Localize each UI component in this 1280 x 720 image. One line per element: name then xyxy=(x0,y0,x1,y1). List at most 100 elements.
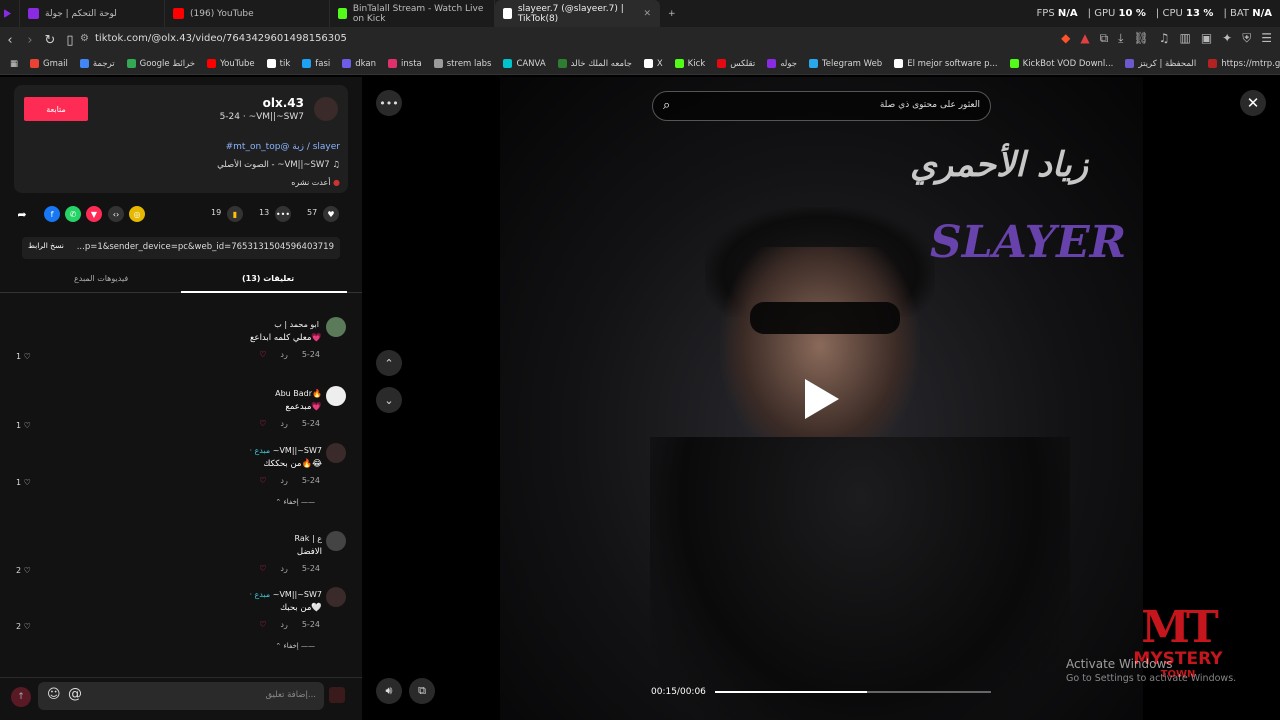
bookmark-item[interactable]: tik xyxy=(261,59,297,69)
play-icon[interactable] xyxy=(805,379,839,419)
brave-shield-icon[interactable]: ◆ xyxy=(1061,31,1070,46)
reply-button[interactable]: رد xyxy=(280,564,287,573)
bookmark-item[interactable]: KickBot VOD Downl... xyxy=(1004,59,1120,69)
new-tab-button[interactable]: + xyxy=(660,0,684,27)
reply-button[interactable]: رد xyxy=(280,350,287,359)
bookmark-item[interactable]: Google خرائط xyxy=(121,59,201,69)
url-field[interactable]: tiktok.com/@olx.43/video/764342960149815… xyxy=(95,33,347,44)
bookmark-item[interactable]: جوله xyxy=(761,59,803,69)
comment-icon[interactable]: ••• xyxy=(275,206,291,222)
whatsapp-icon[interactable]: ✆ xyxy=(65,206,81,222)
ai-icon[interactable]: ✦ xyxy=(1222,31,1232,46)
previous-video-icon[interactable]: ⌃ xyxy=(376,350,402,376)
tab-creator-videos[interactable]: فيديوهات المبدع xyxy=(74,274,128,283)
comment-like[interactable]: 2 ♡ xyxy=(16,566,31,575)
comment-like-heart-icon[interactable]: ♡ xyxy=(259,350,266,359)
more-options-icon[interactable]: ••• xyxy=(376,90,402,116)
close-icon[interactable]: ✕ xyxy=(1240,90,1266,116)
tab-youtube[interactable]: (196) YouTube xyxy=(165,0,330,27)
forward-icon[interactable]: › xyxy=(20,33,40,48)
comment-input[interactable]: ☺ @ إضافة تعليق... xyxy=(38,682,324,710)
commenter-avatar[interactable] xyxy=(326,531,346,551)
reply-button[interactable]: رد xyxy=(280,419,287,428)
bookmark-item[interactable]: ترجمة xyxy=(74,59,121,69)
commenter-avatar[interactable] xyxy=(326,317,346,337)
picture-in-picture-icon[interactable]: ⧉ xyxy=(409,678,435,704)
coin-icon[interactable]: ◎ xyxy=(129,206,145,222)
vpn-icon[interactable]: ⛨ xyxy=(1242,31,1251,46)
download-icon[interactable]: ⤓ xyxy=(1118,31,1123,46)
send-comment-button[interactable]: ↑ xyxy=(11,687,31,707)
bookmark-item[interactable]: fasi xyxy=(296,59,336,69)
commenter-name[interactable]: · مبدع ~VM||~SW7 xyxy=(246,446,322,455)
bookmark-save-icon[interactable]: ▮ xyxy=(227,206,243,222)
extensions-icon[interactable]: ⧉ xyxy=(1100,31,1109,46)
bookmark-item[interactable]: جامعه الملك خالد xyxy=(552,59,638,69)
facebook-icon[interactable]: f xyxy=(44,206,60,222)
bookmark-item[interactable]: X xyxy=(638,59,669,69)
share-url[interactable]: ...p=1&sender_device=pc&web_id=765313150… xyxy=(77,242,334,252)
author-avatar[interactable] xyxy=(314,97,338,121)
hide-replies-button[interactable]: ⌃ إخفاء —— xyxy=(275,642,315,650)
rewards-icon[interactable]: ▲ xyxy=(1080,31,1089,46)
commenter-name[interactable]: Rak | ع xyxy=(292,534,322,543)
volume-icon[interactable]: 🔊︎ xyxy=(376,678,402,704)
share-arrow-icon[interactable]: ➦ xyxy=(14,206,30,222)
bookmark-icon[interactable]: ▯ xyxy=(60,33,80,48)
commenter-avatar[interactable] xyxy=(326,587,346,607)
bookmark-item[interactable]: insta xyxy=(382,59,428,69)
next-video-icon[interactable]: ⌄ xyxy=(376,387,402,413)
author-username[interactable]: olx.43 xyxy=(263,96,304,110)
emoji-icon[interactable]: ☺ xyxy=(47,687,61,702)
tab-kick[interactable]: BinTalall Stream - Watch Live on Kick xyxy=(330,0,495,27)
embed-icon[interactable]: ‹› xyxy=(108,206,124,222)
close-tab-icon[interactable]: ✕ xyxy=(643,9,651,19)
related-search-bar[interactable]: ⌕ العثور على محتوى ذي صلة xyxy=(652,91,991,121)
comment-like[interactable]: 2 ♡ xyxy=(16,622,31,631)
comment-like[interactable]: 1 ♡ xyxy=(16,478,31,487)
seek-bar[interactable] xyxy=(715,691,991,693)
bookmark-item[interactable]: Telegram Web xyxy=(803,59,888,69)
search-icon[interactable]: ⌕ xyxy=(663,98,670,113)
bookmark-item[interactable]: Gmail xyxy=(24,59,74,69)
bookmark-item[interactable]: El mejor software p... xyxy=(888,59,1003,69)
hide-replies-button[interactable]: ⌃ إخفاء —— xyxy=(275,498,315,506)
comment-like-heart-icon[interactable]: ♡ xyxy=(259,419,266,428)
heart-icon[interactable]: ♥ xyxy=(323,206,339,222)
tab-dashboard[interactable]: لوحة التحكم | جولة xyxy=(20,0,165,27)
reply-button[interactable]: رد xyxy=(280,620,287,629)
menu-icon[interactable]: ☰ xyxy=(1261,31,1272,46)
bookmark-item[interactable]: تقلكس xyxy=(711,59,761,69)
video-player[interactable]: زياد الأحمري SLAYER ⌕ العثور على محتوى ذ… xyxy=(500,77,1143,720)
commenter-avatar[interactable] xyxy=(326,386,346,406)
tab-menu-icon[interactable] xyxy=(0,0,20,27)
bookmark-item[interactable]: المحفظة | كريتز xyxy=(1119,59,1202,69)
copy-link-button[interactable]: نسخ الرابط xyxy=(28,241,64,250)
commenter-name[interactable]: Abu Badr🔥 xyxy=(272,389,322,398)
tab-comments[interactable]: تعليقات (13) xyxy=(242,274,294,283)
comment-like-heart-icon[interactable]: ♡ xyxy=(259,476,266,485)
site-settings-icon[interactable]: ⚙ xyxy=(80,33,89,44)
commenter-avatar[interactable] xyxy=(326,443,346,463)
bookmark-item[interactable]: strem labs xyxy=(428,59,498,69)
send-icon[interactable]: ▼ xyxy=(86,206,102,222)
bookmark-item[interactable]: CANVA xyxy=(497,59,551,69)
video-description[interactable]: #mt_on_top@ زبة / slayer xyxy=(226,142,340,152)
bookmark-item[interactable]: dkan xyxy=(336,59,382,69)
comment-like-heart-icon[interactable]: ♡ xyxy=(259,564,266,573)
tab-tiktok[interactable]: slayeer.7 (@slayeer.7) | TikTok(8) ✕ xyxy=(495,0,660,27)
reload-icon[interactable]: ↻ xyxy=(40,33,60,48)
apps-grid-icon[interactable]: ▦ xyxy=(4,59,24,69)
bookmark-item[interactable]: https://mtrp.gg/ xyxy=(1202,59,1280,69)
sound-link[interactable]: الصوت الأصلي - ~VM||~SW7 ♫ xyxy=(217,160,340,170)
mention-icon[interactable]: @ xyxy=(68,686,82,702)
back-icon[interactable]: ‹ xyxy=(0,33,20,48)
commenter-name[interactable]: ابو محمد | ب xyxy=(274,320,322,329)
follow-button[interactable]: متابعة xyxy=(24,97,88,121)
commenter-name[interactable]: · مبدع ~VM||~SW7 xyxy=(246,590,322,599)
comment-like[interactable]: 1 ♡ xyxy=(16,421,31,430)
reply-button[interactable]: رد xyxy=(280,476,287,485)
sidebar-icon[interactable]: ▥ xyxy=(1179,31,1190,46)
wallet-icon[interactable]: ▣ xyxy=(1201,31,1212,46)
bookmark-item[interactable]: YouTube xyxy=(201,59,261,69)
